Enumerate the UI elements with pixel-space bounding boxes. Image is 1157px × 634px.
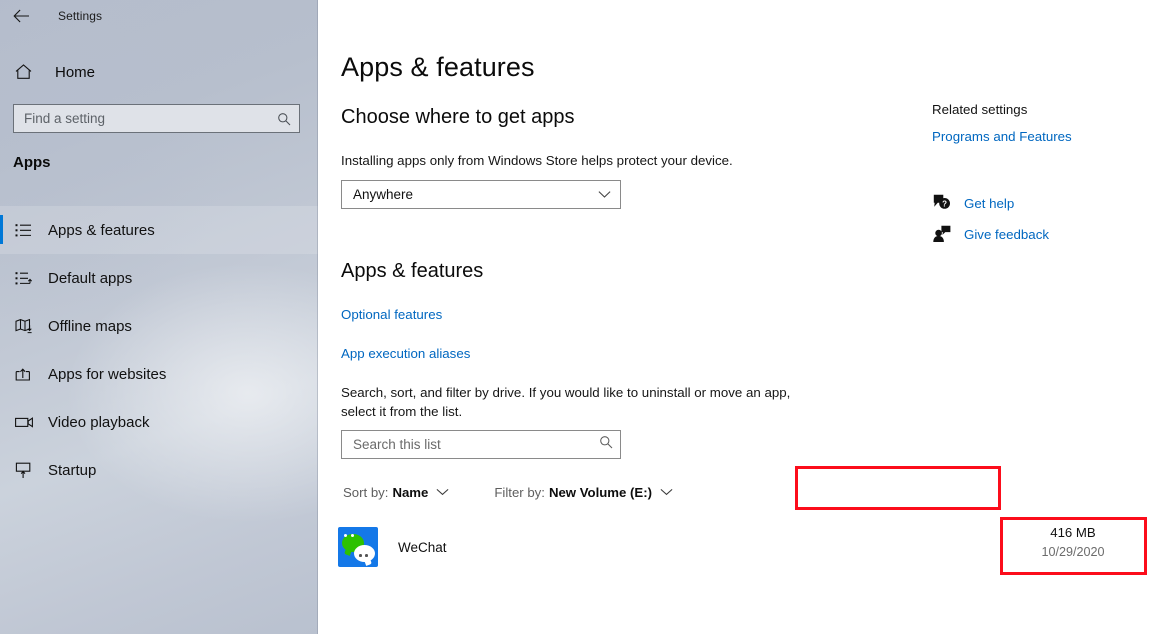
sort-by-dropdown[interactable]: Sort by: Name [341, 478, 455, 506]
apps-features-section-title: Apps & features [341, 260, 484, 282]
filter-by-dropdown[interactable]: Filter by: New Volume (E:) [488, 478, 679, 506]
choose-where-section-title: Choose where to get apps [341, 106, 575, 128]
list-bullets-icon [15, 223, 41, 238]
wechat-icon [338, 527, 378, 567]
find-a-setting-box[interactable] [13, 104, 300, 133]
app-name: WeChat [398, 539, 447, 555]
app-execution-aliases-link[interactable]: App execution aliases [341, 346, 470, 361]
filter-by-value: New Volume (E:) [548, 484, 653, 500]
video-camera-icon [15, 415, 41, 429]
sidebar-item-home[interactable]: Home [0, 57, 318, 87]
svg-text:?: ? [942, 200, 947, 209]
list-item[interactable]: WeChat [338, 521, 858, 573]
settings-window: Settings Home Apps [0, 0, 1157, 634]
sidebar-item-home-label: Home [55, 63, 96, 81]
get-help-row[interactable]: ? Get help [932, 194, 1014, 212]
sidebar-item-apps-for-websites-label: Apps for websites [48, 365, 167, 383]
app-list: WeChat [338, 521, 858, 573]
sidebar-item-default-apps[interactable]: Default apps [0, 254, 318, 302]
sidebar-item-apps-for-websites[interactable]: Apps for websites [0, 350, 318, 398]
optional-features-link[interactable]: Optional features [341, 307, 442, 322]
list-arrow-icon [15, 271, 41, 286]
question-bubble-icon: ? [932, 194, 962, 212]
person-feedback-icon [932, 225, 962, 243]
get-apps-source-dropdown[interactable]: Anywhere [341, 180, 621, 209]
window-title: Settings [58, 9, 103, 23]
sort-by-label: Sort by: [343, 484, 389, 500]
search-this-list-box[interactable] [341, 430, 621, 459]
sidebar-nav-list: Apps & features Default apps Offline map… [0, 206, 318, 494]
give-feedback-label: Give feedback [964, 226, 1050, 242]
sort-filter-row: Sort by: Name Filter by: New Volume (E:) [341, 478, 679, 506]
back-arrow-icon [12, 9, 30, 23]
chevron-down-icon [598, 186, 611, 204]
search-icon [275, 112, 293, 126]
apps-list-hint: Search, sort, and filter by drive. If yo… [341, 385, 791, 419]
monitor-arrow-icon [15, 462, 41, 479]
sidebar-item-offline-maps[interactable]: Offline maps [0, 302, 318, 350]
sidebar-item-startup-label: Startup [48, 461, 97, 479]
sidebar-item-apps-features[interactable]: Apps & features [0, 206, 318, 254]
get-apps-source-value: Anywhere [353, 187, 414, 202]
back-button[interactable] [0, 1, 42, 31]
navigation-sidebar: Settings Home Apps [0, 0, 318, 634]
box-arrow-up-icon [15, 367, 41, 382]
chevron-down-icon [436, 488, 449, 496]
sidebar-item-video-playback-label: Video playback [48, 413, 150, 431]
related-settings-panel: Related settings Programs and Features ?… [932, 0, 1157, 634]
choose-where-description: Installing apps only from Windows Store … [341, 153, 733, 168]
sidebar-item-offline-maps-label: Offline maps [48, 317, 132, 335]
sidebar-group-heading: Apps [13, 154, 51, 171]
sidebar-item-default-apps-label: Default apps [48, 269, 133, 287]
search-input[interactable] [24, 111, 275, 126]
map-download-icon [15, 318, 41, 334]
related-settings-title: Related settings [932, 102, 1028, 117]
app-search-input[interactable] [353, 437, 599, 452]
page-title: Apps & features [341, 52, 535, 82]
search-icon [599, 435, 613, 454]
programs-and-features-link[interactable]: Programs and Features [932, 129, 1072, 144]
titlebar-left: Settings [0, 0, 318, 32]
chevron-down-icon [660, 488, 673, 496]
get-help-label: Get help [964, 195, 1015, 211]
sort-by-value: Name [392, 484, 429, 500]
home-icon [14, 63, 44, 81]
sidebar-item-video-playback[interactable]: Video playback [0, 398, 318, 446]
filter-by-label: Filter by: [494, 484, 545, 500]
give-feedback-row[interactable]: Give feedback [932, 225, 1049, 243]
sidebar-item-apps-features-label: Apps & features [48, 221, 155, 239]
sidebar-item-startup[interactable]: Startup [0, 446, 318, 494]
